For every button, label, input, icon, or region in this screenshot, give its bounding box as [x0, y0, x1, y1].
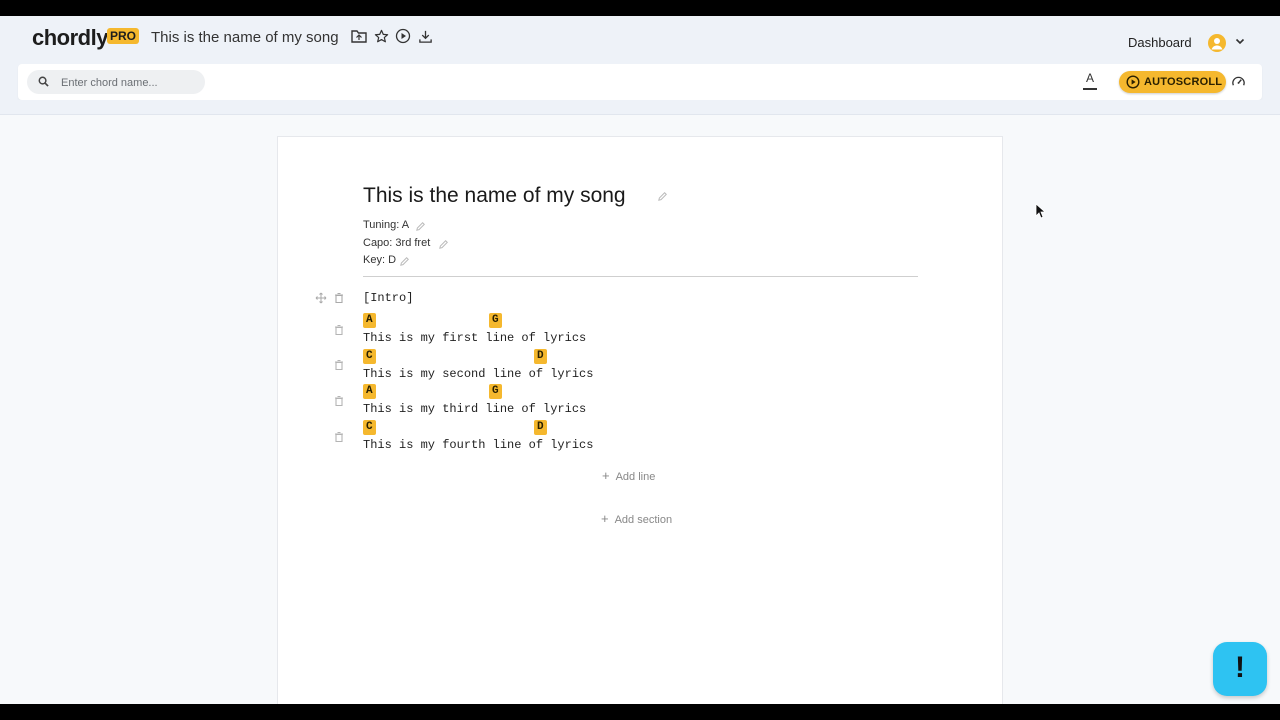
pencil-icon[interactable] [438, 239, 449, 250]
chord-tag[interactable]: D [534, 420, 547, 435]
lyric-line[interactable]: This is my fourth line of lyrics [363, 438, 593, 452]
letterbox-top [0, 0, 1280, 16]
header-song-title[interactable]: This is the name of my song [151, 29, 339, 46]
lyric-line[interactable]: This is my second line of lyrics [363, 367, 593, 381]
letterbox-bottom [0, 704, 1280, 720]
editor-toolbar: A AUTOSCROLL [18, 64, 1262, 100]
autoscroll-button[interactable]: AUTOSCROLL [1119, 71, 1226, 93]
dashboard-link[interactable]: Dashboard [1128, 35, 1192, 50]
toolbar-divider [0, 100, 1280, 115]
chord-tag[interactable]: G [489, 313, 502, 328]
lyric-line[interactable]: This is my third line of lyrics [363, 402, 586, 416]
key-field[interactable]: Key: D [363, 254, 396, 266]
user-avatar-icon[interactable] [1208, 34, 1226, 52]
add-section-button[interactable]: + Add section [601, 511, 672, 526]
trash-icon[interactable] [333, 359, 345, 371]
add-line-button[interactable]: + Add line [602, 468, 655, 483]
folder-icon[interactable] [350, 27, 368, 45]
add-section-label: Add section [614, 514, 673, 526]
meta-divider [363, 276, 918, 277]
trash-icon[interactable] [333, 431, 345, 443]
download-icon[interactable] [416, 27, 434, 45]
chord-search [27, 70, 205, 94]
chord-tag[interactable]: C [363, 349, 376, 364]
chordly-logo[interactable]: chordly [32, 25, 108, 51]
cursor-icon [1035, 203, 1045, 219]
trash-icon[interactable] [333, 292, 345, 304]
tuning-field[interactable]: Tuning: A [363, 219, 409, 231]
speedometer-icon[interactable] [1231, 74, 1247, 90]
chord-tag[interactable]: A [363, 384, 376, 399]
star-icon[interactable] [372, 27, 390, 45]
play-icon[interactable] [394, 27, 412, 45]
add-line-label: Add line [615, 471, 656, 483]
chord-tag[interactable]: C [363, 420, 376, 435]
section-label[interactable]: [Intro] [363, 291, 413, 305]
pencil-icon[interactable] [657, 191, 668, 202]
move-icon[interactable] [315, 292, 327, 304]
pro-badge: PRO [107, 28, 140, 44]
chord-search-input[interactable] [59, 73, 203, 93]
trash-icon[interactable] [333, 324, 345, 336]
trash-icon[interactable] [333, 395, 345, 407]
lyric-line[interactable]: This is my first line of lyrics [363, 331, 586, 345]
song-title[interactable]: This is the name of my song [363, 184, 626, 208]
font-size-button[interactable]: A [1082, 71, 1098, 91]
chevron-down-icon[interactable] [1234, 34, 1248, 48]
chord-tag[interactable]: G [489, 384, 502, 399]
plus-icon: + [601, 511, 609, 526]
capo-field[interactable]: Capo: 3rd fret [363, 237, 430, 249]
plus-icon: + [602, 468, 610, 483]
autoscroll-label: AUTOSCROLL [1144, 76, 1223, 88]
pencil-icon[interactable] [399, 256, 410, 267]
chord-tag[interactable]: A [363, 313, 376, 328]
pencil-icon[interactable] [415, 221, 426, 232]
song-sheet: This is the name of my song Tuning: A Ca… [277, 136, 1003, 705]
top-header: chordly PRO This is the name of my song … [0, 16, 1280, 64]
help-button[interactable]: ! [1213, 642, 1267, 696]
font-size-icon: A [1085, 71, 1094, 85]
chord-tag[interactable]: D [534, 349, 547, 364]
play-circle-icon [1126, 75, 1140, 89]
search-icon [38, 76, 49, 87]
